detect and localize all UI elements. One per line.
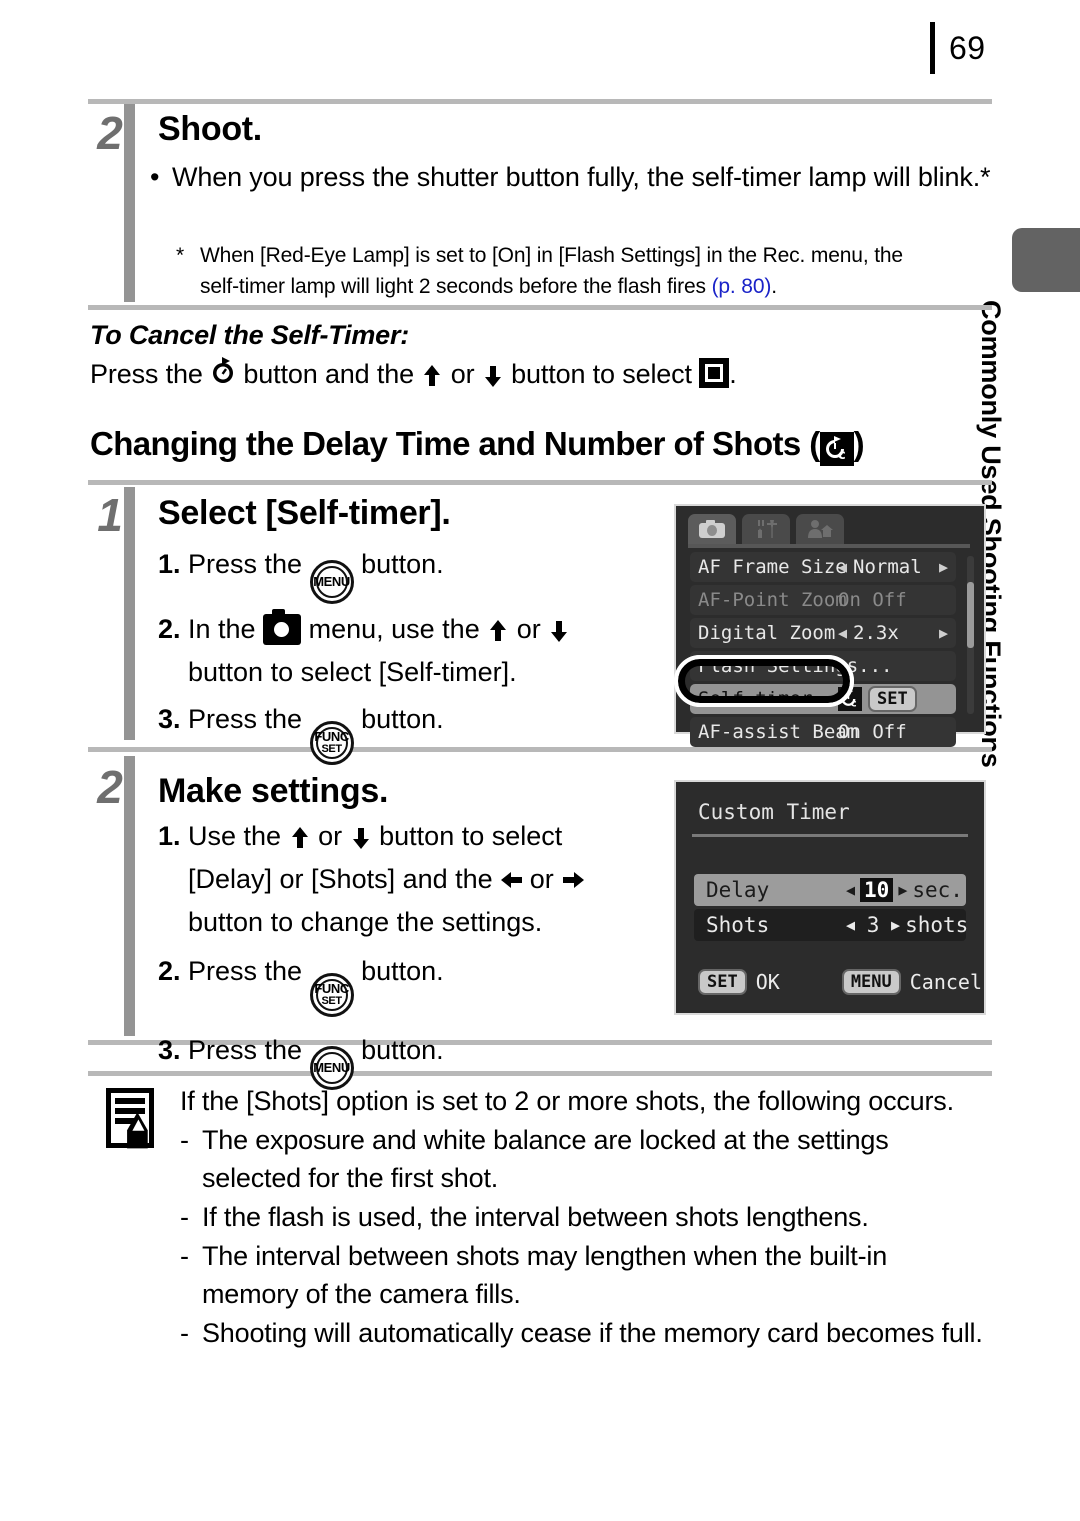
left-arrow-icon[interactable]: ◀ (846, 916, 855, 934)
note-bullet: - If the flash is used, the interval bet… (180, 1202, 869, 1232)
custom-timer-divider (692, 834, 968, 837)
my-camera-tab[interactable] (796, 514, 844, 544)
bullet-dot: • (150, 162, 160, 192)
lcd-menu-tabs (688, 514, 844, 544)
list-item: 3. Press the FUNC SET button. (158, 698, 658, 765)
lcd-tab-underline (688, 544, 970, 548)
left-arrow-icon: ◀ (838, 558, 848, 576)
svg-text:c: c (838, 448, 845, 462)
manual-page: 69 Commonly Used Shooting Functions 2 Sh… (0, 0, 1080, 1521)
self-timer-icon (210, 357, 236, 398)
note-bullet: - The exposure and white balance are loc… (180, 1125, 889, 1193)
delay-value: 10 (860, 878, 894, 902)
lcd-menu-rows: AF Frame Size ◀ Normal ▶ AF-Point Zoom O… (690, 552, 956, 750)
note-intro: If the [Shots] option is set to 2 or mor… (180, 1086, 954, 1116)
rule-after-shoot (88, 305, 992, 310)
arrow-up-icon (289, 826, 311, 850)
page-number-rule (930, 22, 935, 74)
list-item: 2. In the menu, use the or button to sel… (158, 608, 658, 694)
arrow-right-icon (561, 869, 585, 893)
shoot-bullet: • When you press the shutter button fully… (150, 158, 1000, 197)
list-item: 2. Press the FUNC SET button. (158, 950, 658, 1017)
arrow-left-icon (500, 869, 523, 893)
chapter-tab-marker (1012, 228, 1080, 292)
page-reference-link[interactable]: (p. 80) (712, 275, 772, 298)
step-bar-shoot (124, 104, 135, 302)
left-arrow-icon[interactable]: ◀ (846, 881, 855, 899)
menu-button-icon: MENU (309, 560, 354, 604)
custom-timer-row-shots[interactable]: Shots ◀ 3 ▶ shots (694, 909, 968, 941)
step-title-select: Select [Self-timer]. (158, 494, 451, 532)
step-title-shoot: Shoot. (158, 110, 262, 148)
setup-tab[interactable] (742, 514, 790, 544)
arrow-up-icon (487, 619, 509, 643)
cancel-section-title: To Cancel the Self-Timer: (90, 320, 410, 350)
cancel-section-text: Press the button and the or button to se… (90, 355, 990, 398)
list-item: 1. Press the MENU button. (158, 543, 658, 604)
step-bar-settings (124, 756, 135, 1036)
arrow-down-icon (548, 619, 570, 643)
svg-text:c: c (851, 699, 857, 709)
rec-tab[interactable] (688, 514, 736, 544)
note-bullet: - Shooting will automatically cease if t… (180, 1318, 983, 1348)
custom-timer-icon: c (819, 432, 854, 466)
custom-timer-icon: c (838, 687, 862, 711)
list-item: 1. Use the or button to select [Delay] o… (158, 815, 658, 944)
note-bullet: - The interval between shots may lengthe… (180, 1241, 888, 1309)
menu-row-flash-settings[interactable]: Flash Settings... (690, 651, 956, 681)
right-arrow-icon: ▶ (938, 558, 948, 576)
rule-after-heading (88, 480, 992, 485)
left-arrow-icon: ◀ (838, 624, 848, 642)
menu-row-self-timer[interactable]: Self-timer c SET (690, 684, 956, 714)
step-title-settings: Make settings. (158, 772, 389, 810)
step-settings-list: 1. Use the or button to select [Delay] o… (158, 815, 658, 1090)
right-arrow-icon[interactable]: ▶ (891, 916, 900, 934)
arrow-up-icon (421, 364, 443, 388)
lcd-rec-menu-screenshot: AF Frame Size ◀ Normal ▶ AF-Point Zoom O… (674, 504, 986, 747)
arrow-down-icon (482, 364, 504, 388)
custom-timer-title: Custom Timer (698, 800, 850, 824)
step-select-list: 1. Press the MENU button. 2. In the menu… (158, 543, 658, 765)
rec-menu-camera-icon (263, 609, 302, 645)
right-arrow-icon: ▶ (938, 624, 948, 642)
shoot-footnote: * When [Red-Eye Lamp] is set to [On] in [… (176, 240, 1006, 302)
lcd-scrollbar-thumb[interactable] (967, 582, 974, 648)
footnote-line2: self-timer lamp will light 2 seconds bef… (200, 275, 706, 298)
step-bar-select (124, 487, 135, 740)
lcd-custom-timer-screenshot: Custom Timer Delay ◀ 10 ▶ sec. Shots ◀ 3… (674, 780, 986, 1015)
custom-timer-row-delay[interactable]: Delay ◀ 10 ▶ sec. (694, 874, 966, 906)
shots-value: 3 (866, 913, 880, 937)
arrow-down-icon (350, 826, 372, 850)
func-set-button-icon: FUNC SET (309, 721, 354, 765)
menu-row-af-assist-beam[interactable]: AF-assist Beam On Off (690, 717, 956, 747)
page-number: 69 (949, 29, 986, 66)
page-section-heading: Changing the Delay Time and Number of Sh… (90, 425, 865, 466)
menu-row-af-point-zoom[interactable]: AF-Point Zoom On Off (690, 585, 956, 615)
footer-menu-cancel: MENU Cancel (841, 969, 982, 995)
memo-pencil-icon (104, 1086, 164, 1158)
set-badge: SET (698, 969, 747, 995)
self-timer-off-icon (699, 358, 730, 388)
right-arrow-icon[interactable]: ▶ (898, 881, 907, 899)
rule-top (88, 99, 992, 104)
set-badge: SET (868, 686, 917, 712)
lcd-scrollbar[interactable] (967, 556, 974, 714)
footnote-marker: * (176, 244, 185, 267)
page-header: 69 (930, 22, 986, 74)
menu-row-digital-zoom[interactable]: Digital Zoom ◀ 2.3x ▶ (690, 618, 956, 648)
func-set-button-icon: FUNC SET (309, 973, 354, 1017)
note-block: If the [Shots] option is set to 2 or mor… (180, 1082, 990, 1352)
footer-set-ok: SET OK (698, 969, 780, 995)
custom-timer-footer: SET OK MENU Cancel (698, 969, 982, 995)
menu-row-af-frame-size[interactable]: AF Frame Size ◀ Normal ▶ (690, 552, 956, 582)
menu-badge: MENU (841, 969, 901, 995)
list-item: 3. Press the MENU button. (158, 1029, 658, 1090)
